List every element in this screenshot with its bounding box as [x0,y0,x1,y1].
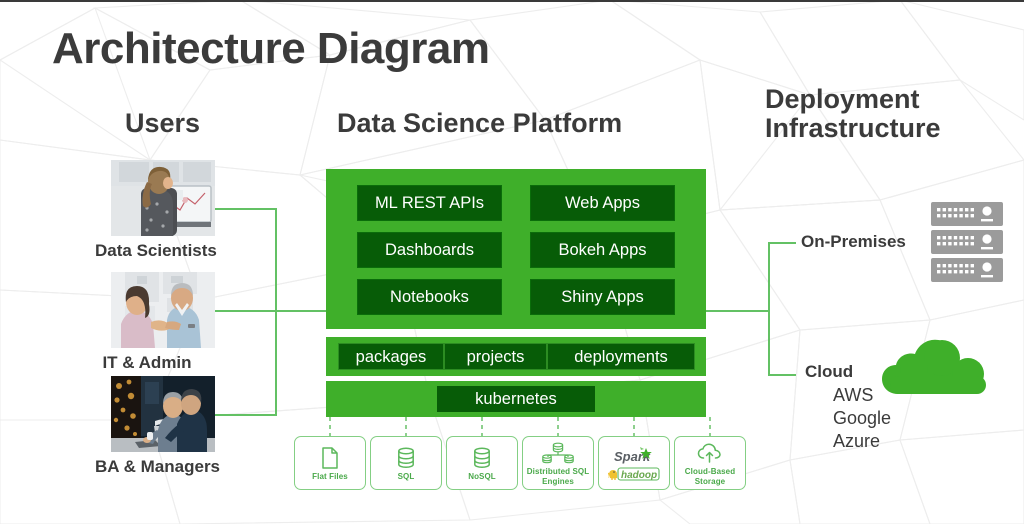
handshake-office-photo [111,272,215,348]
management-cell-packages[interactable]: packages [338,343,444,370]
column-heading-deployment: Deployment Infrastructure [765,84,941,144]
connector-deployment-bus-vertical [768,242,770,376]
database-cylinder-icon [396,447,416,469]
woman-at-monitor-photo [111,160,215,236]
connector-platform-to-deployment [706,310,770,312]
platform-app-dashboards[interactable]: Dashboards [357,232,502,268]
column-heading-users: Users [125,108,201,138]
data-source-label: Distributed SQL Engines [526,467,590,486]
database-cylinder-icon [472,447,492,469]
platform-app-bokeh-apps[interactable]: Bokeh Apps [530,232,675,268]
platform-management-layer: packages projects deployments [326,337,706,376]
on-premises-label: On-Premises [801,232,906,251]
management-layer-row: packages projects deployments [338,343,695,370]
management-cell-projects[interactable]: projects [444,343,547,370]
cloud-vendor-list: AWS Google Azure [833,384,891,453]
cloud-vendor-azure: Azure [833,430,881,451]
column-heading-platform: Data Science Platform [337,108,623,138]
cloud-label: Cloud [805,362,854,381]
cloud-upload-icon [697,442,723,464]
connector-to-onpremises [768,242,796,244]
architecture-diagram-canvas: Architecture Diagram Users Data Science … [0,0,1024,524]
page-title: Architecture Diagram [52,24,490,73]
connector-users-to-platform [275,310,327,312]
data-source-distributed-sql-engines[interactable]: Distributed SQL Engines [522,436,594,490]
data-source-sql[interactable]: SQL [370,436,442,490]
data-source-flat-files[interactable]: Flat Files [294,436,366,490]
data-source-label: Flat Files [312,471,348,481]
data-source-label: NoSQL [468,471,496,481]
two-men-laptop-photo [111,376,215,452]
data-source-cloud-based-storage[interactable]: Cloud-Based Storage [674,436,746,490]
platform-app-notebooks[interactable]: Notebooks [357,279,502,315]
connector-source-4 [633,417,635,436]
connector-source-2 [481,417,483,436]
data-source-label: SQL [397,471,415,481]
server-rack-icon [929,200,1005,289]
user-persona-it-admin: IT & Admin [102,272,215,373]
user-persona-label: IT & Admin [102,353,192,372]
connector-to-cloud [768,374,796,376]
connector-source-1 [405,417,407,436]
platform-orchestration-layer: kubernetes [326,381,706,417]
connector-source-5 [709,417,711,436]
data-source-label: Cloud-Based Storage [684,467,736,486]
management-cell-deployments[interactable]: deployments [547,343,695,370]
data-sources-row: Flat Files SQL NoSQL Distributed SQL Eng… [294,436,750,490]
connector-users-bus-vertical [275,208,277,416]
data-science-platform-panel: ML REST APIs Web Apps Dashboards Bokeh A… [326,169,706,329]
platform-app-web-apps[interactable]: Web Apps [530,185,675,221]
top-edge-rule [0,0,1024,2]
user-persona-data-scientists: Data Scientists [95,160,217,261]
platform-app-shiny-apps[interactable]: Shiny Apps [530,279,675,315]
distributed-database-icon [541,442,575,464]
data-source-spark-hadoop[interactable]: Spark hadoop [598,436,670,490]
connector-source-3 [557,417,559,436]
connector-source-0 [329,417,331,436]
spark-hadoop-logo: Spark hadoop [608,444,660,484]
connector-bamanagers-horizontal [215,414,277,416]
platform-app-ml-rest-apis[interactable]: ML REST APIs [357,185,502,221]
user-persona-ba-managers: BA & Managers [95,376,220,477]
user-persona-label: Data Scientists [95,241,217,260]
document-file-icon [321,447,339,469]
connector-datascientists-horizontal [215,208,277,210]
user-persona-label: BA & Managers [95,457,221,476]
connector-itadmin-horizontal [215,310,277,312]
svg-text:hadoop: hadoop [621,470,657,481]
orchestration-cell-kubernetes[interactable]: kubernetes [437,386,595,412]
cloud-vendor-aws: AWS [833,385,874,405]
cloud-vendor-google: Google [833,407,892,428]
cloud-icon [880,336,998,403]
data-source-nosql[interactable]: NoSQL [446,436,518,490]
platform-apps-grid: ML REST APIs Web Apps Dashboards Bokeh A… [357,185,675,315]
